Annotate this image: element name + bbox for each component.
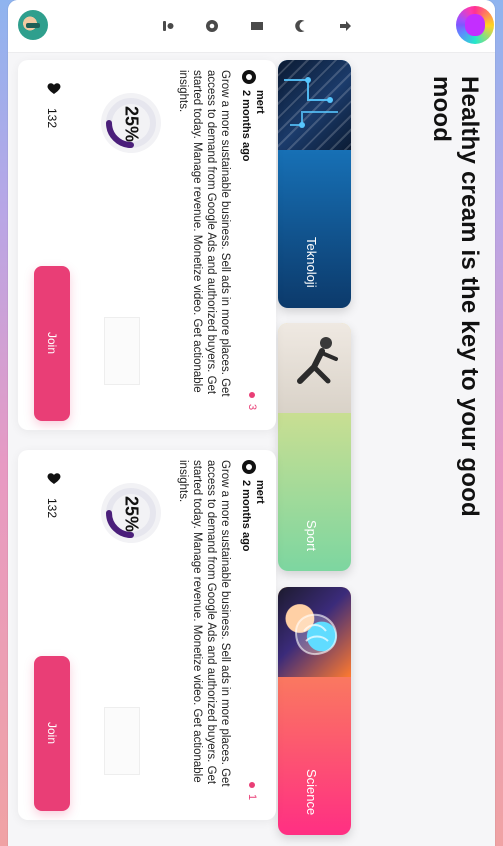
category-science[interactable]: Science xyxy=(278,587,351,835)
participant-count: 3 xyxy=(246,392,258,410)
category-label: Sport xyxy=(304,519,319,551)
top-bar xyxy=(8,0,495,52)
post-date: 2 months ago xyxy=(240,480,252,552)
heart-icon-svg xyxy=(47,83,61,94)
avatar[interactable] xyxy=(18,10,48,40)
brain-graphic xyxy=(294,613,338,655)
category-label: Science xyxy=(304,768,319,815)
heart-icon-svg xyxy=(47,473,61,484)
like-count: 132 xyxy=(45,108,59,129)
progress-value: 25% xyxy=(121,105,142,143)
eye-icon[interactable] xyxy=(204,18,220,34)
brand-logo[interactable] xyxy=(456,6,494,44)
arrow-right-icon[interactable] xyxy=(337,18,353,34)
category-sport-image xyxy=(278,323,351,413)
author-icon xyxy=(242,70,256,84)
post-text: Grow a more sustainable business. Sell a… xyxy=(177,70,231,397)
join-button[interactable]: Join xyxy=(34,656,70,811)
author-name: mert xyxy=(254,480,266,504)
eye-icon-svg xyxy=(206,20,218,32)
post-text: Grow a more sustainable business. Sell a… xyxy=(177,460,231,787)
count-dot xyxy=(249,392,255,398)
progress-value: 25% xyxy=(121,495,142,533)
theme-toggle-icon-svg xyxy=(295,20,305,32)
heart-icon[interactable] xyxy=(46,470,62,486)
circuit-graphic xyxy=(284,77,338,128)
count-value: 3 xyxy=(246,404,258,411)
author-name: mert xyxy=(254,90,266,114)
media-placeholder xyxy=(104,707,140,775)
profile-icon[interactable] xyxy=(160,18,176,34)
arrow-right-icon-svg xyxy=(340,21,351,31)
participant-count: 1 xyxy=(246,782,258,800)
folder-icon-svg xyxy=(251,22,263,30)
post-card: mert 2 months ago Grow a more sustainabl… xyxy=(18,450,276,820)
theme-toggle-icon[interactable] xyxy=(293,18,309,34)
app-frame: Healthy cream is the key to your good mo… xyxy=(8,0,495,846)
category-teknoloji[interactable]: Teknoloji xyxy=(278,60,351,308)
media-placeholder xyxy=(104,317,140,385)
page-title: Healthy cream is the key to your good mo… xyxy=(428,76,483,517)
like-count: 132 xyxy=(45,498,59,519)
category-teknoloji-image xyxy=(278,60,351,150)
count-dot xyxy=(249,782,255,788)
author-icon xyxy=(242,460,256,474)
folder-icon[interactable] xyxy=(249,18,265,34)
join-button[interactable]: Join xyxy=(34,266,70,421)
category-science-image xyxy=(278,587,351,677)
post-card: mert 2 months ago Grow a more sustainabl… xyxy=(18,60,276,430)
count-value: 1 xyxy=(246,794,258,801)
heart-icon[interactable] xyxy=(46,80,62,96)
post-date: 2 months ago xyxy=(240,90,252,162)
profile-icon-svg xyxy=(163,21,174,31)
category-label: Teknoloji xyxy=(304,237,319,288)
athlete-graphic xyxy=(297,337,338,384)
category-sport[interactable]: Sport xyxy=(278,323,351,571)
